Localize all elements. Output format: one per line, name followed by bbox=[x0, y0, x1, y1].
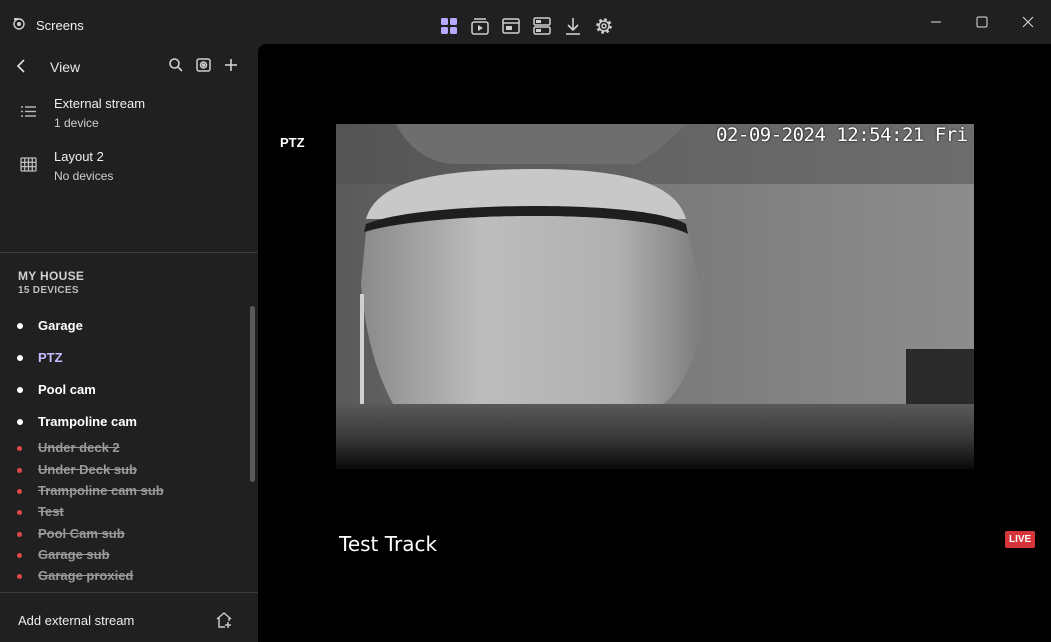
toolbar bbox=[437, 14, 615, 37]
window-controls bbox=[913, 0, 1051, 44]
window-icon[interactable] bbox=[499, 14, 522, 37]
search-icon[interactable] bbox=[167, 56, 185, 74]
device-item[interactable]: Test bbox=[0, 504, 250, 526]
device-item[interactable]: Under deck 2 bbox=[0, 440, 250, 462]
status-dot bbox=[17, 387, 23, 393]
device-item[interactable]: PTZ bbox=[0, 347, 250, 369]
device-name: Garage bbox=[38, 318, 83, 333]
device-item[interactable]: Pool Cam sub bbox=[0, 526, 250, 548]
gear-icon[interactable] bbox=[592, 14, 615, 37]
group-device-count: 15 DEVICES bbox=[18, 285, 79, 296]
layout-grid-icon[interactable] bbox=[437, 14, 460, 37]
device-item[interactable]: Under Deck sub bbox=[0, 462, 250, 484]
video-overlay-title: Test Track bbox=[339, 532, 438, 556]
layout-item-external-stream[interactable]: External stream 1 device bbox=[0, 92, 258, 142]
add-stream-bar: Add external stream bbox=[0, 592, 258, 642]
camera-app-icon bbox=[11, 16, 27, 32]
device-name: Pool Cam sub bbox=[38, 526, 125, 541]
title-bar: Screens bbox=[0, 0, 1051, 44]
device-name: Test bbox=[38, 504, 64, 519]
camera-tile-label: PTZ bbox=[280, 135, 305, 150]
status-dot bbox=[17, 468, 22, 473]
view-header: View bbox=[0, 44, 258, 88]
status-dot bbox=[17, 510, 22, 515]
back-arrow-icon[interactable] bbox=[12, 56, 32, 76]
download-icon[interactable] bbox=[561, 14, 584, 37]
video-viewer: PTZ 02-09-2024 12:54:21 Fri Test Track L… bbox=[258, 44, 1051, 642]
device-item[interactable]: Garage bbox=[0, 315, 250, 337]
layout-item-layout-2[interactable]: Layout 2 No devices bbox=[0, 145, 258, 195]
device-name: Trampoline cam bbox=[38, 414, 137, 429]
home-add-icon[interactable] bbox=[215, 611, 233, 629]
sidebar: View External stream 1 device Layout 2 N… bbox=[0, 44, 258, 642]
plus-icon[interactable] bbox=[222, 56, 240, 74]
layout-device-count: 1 device bbox=[54, 116, 99, 130]
maximize-icon[interactable] bbox=[959, 0, 1005, 44]
group-title: MY HOUSE bbox=[18, 269, 85, 283]
sidebar-scrollbar[interactable] bbox=[250, 306, 255, 482]
device-name: Under deck 2 bbox=[38, 440, 120, 455]
video-timestamp: 02-09-2024 12:54:21 Fri bbox=[716, 124, 968, 146]
status-dot bbox=[17, 489, 22, 494]
status-dot bbox=[17, 532, 22, 537]
device-item[interactable]: Garage proxied bbox=[0, 568, 250, 590]
camera-feed[interactable]: 02-09-2024 12:54:21 Fri bbox=[336, 124, 974, 469]
divider bbox=[0, 252, 258, 253]
grid-icon bbox=[19, 155, 38, 174]
device-item[interactable]: Garage sub bbox=[0, 547, 250, 569]
close-icon[interactable] bbox=[1005, 0, 1051, 44]
app-title: Screens bbox=[36, 18, 84, 33]
status-dot bbox=[17, 446, 22, 451]
add-external-stream-button[interactable]: Add external stream bbox=[18, 613, 134, 628]
camera-add-icon[interactable] bbox=[195, 56, 213, 74]
status-dot bbox=[17, 553, 22, 558]
device-item[interactable]: Trampoline cam sub bbox=[0, 483, 250, 505]
status-dot bbox=[17, 419, 23, 425]
layout-name: External stream bbox=[54, 96, 146, 111]
device-item[interactable]: Trampoline cam bbox=[0, 411, 250, 433]
split-view-icon[interactable] bbox=[530, 14, 553, 37]
status-dot bbox=[17, 355, 23, 361]
device-item[interactable]: Pool cam bbox=[0, 379, 250, 401]
layout-name: Layout 2 bbox=[54, 149, 104, 164]
layout-device-count: No devices bbox=[54, 169, 114, 183]
device-name: Garage sub bbox=[38, 547, 110, 562]
device-name: PTZ bbox=[38, 350, 63, 365]
device-name: Garage proxied bbox=[38, 568, 134, 583]
device-name: Trampoline cam sub bbox=[38, 483, 164, 498]
list-icon bbox=[19, 102, 38, 121]
status-dot bbox=[17, 574, 22, 579]
status-dot bbox=[17, 323, 23, 329]
device-name: Pool cam bbox=[38, 382, 96, 397]
playback-icon[interactable] bbox=[468, 14, 491, 37]
device-name: Under Deck sub bbox=[38, 462, 137, 477]
live-badge: LIVE bbox=[1005, 531, 1036, 548]
minimize-icon[interactable] bbox=[913, 0, 959, 44]
view-title: View bbox=[50, 59, 81, 75]
